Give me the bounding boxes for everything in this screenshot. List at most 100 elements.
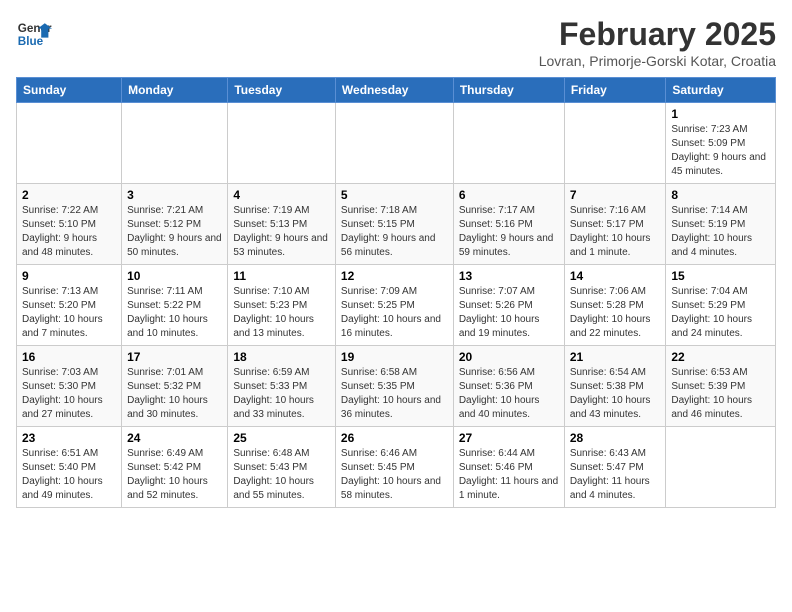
empty-cell — [17, 103, 122, 184]
day-info: Sunrise: 7:03 AM Sunset: 5:30 PM Dayligh… — [22, 366, 116, 422]
day-number: 5 — [341, 188, 448, 202]
day-cell-6: 6 Sunrise: 7:17 AM Sunset: 5:16 PM Daylig… — [453, 184, 564, 265]
day-cell-14: 14Sunrise: 7:06 AM Sunset: 5:28 PM Dayli… — [564, 265, 666, 346]
week-row-4: 16 Sunrise: 7:03 AM Sunset: 5:30 PM Dayli… — [17, 346, 776, 427]
day-cell-25: 25 Sunrise: 6:48 AM Sunset: 5:43 PM Dayli… — [228, 427, 336, 508]
week-row-3: 9 Sunrise: 7:13 AM Sunset: 5:20 PM Daylig… — [17, 265, 776, 346]
day-info: Sunrise: 7:09 AM Sunset: 5:25 PM Dayligh… — [341, 285, 448, 341]
day-info: Sunrise: 7:11 AM Sunset: 5:22 PM Dayligh… — [127, 285, 222, 341]
calendar-subtitle: Lovran, Primorje-Gorski Kotar, Croatia — [539, 53, 776, 69]
day-header-sunday: Sunday — [17, 78, 122, 103]
empty-cell — [228, 103, 336, 184]
calendar-table: SundayMondayTuesdayWednesdayThursdayFrid… — [16, 77, 776, 508]
day-number: 27 — [459, 431, 559, 445]
day-headers: SundayMondayTuesdayWednesdayThursdayFrid… — [17, 78, 776, 103]
day-info: Sunrise: 6:49 AM Sunset: 5:42 PM Dayligh… — [127, 447, 222, 503]
day-cell-18: 18 Sunrise: 6:59 AM Sunset: 5:33 PM Dayli… — [228, 346, 336, 427]
empty-cell — [335, 103, 453, 184]
day-info: Sunrise: 7:04 AM Sunset: 5:29 PM Dayligh… — [671, 285, 770, 341]
empty-cell — [666, 427, 776, 508]
week-row-1: 1Sunrise: 7:23 AM Sunset: 5:09 PM Daylig… — [17, 103, 776, 184]
day-info: Sunrise: 6:44 AM Sunset: 5:46 PM Dayligh… — [459, 447, 559, 503]
day-number: 19 — [341, 350, 448, 364]
day-cell-8: 8Sunrise: 7:14 AM Sunset: 5:19 PM Daylig… — [666, 184, 776, 265]
day-cell-17: 17 Sunrise: 7:01 AM Sunset: 5:32 PM Dayli… — [122, 346, 228, 427]
day-number: 15 — [671, 269, 770, 283]
day-number: 26 — [341, 431, 448, 445]
day-info: Sunrise: 6:48 AM Sunset: 5:43 PM Dayligh… — [233, 447, 330, 503]
day-number: 2 — [22, 188, 116, 202]
svg-text:Blue: Blue — [18, 35, 44, 48]
day-number: 28 — [570, 431, 661, 445]
day-header-tuesday: Tuesday — [228, 78, 336, 103]
day-cell-22: 22 Sunrise: 6:53 AM Sunset: 5:39 PM Dayli… — [666, 346, 776, 427]
day-info: Sunrise: 7:13 AM Sunset: 5:20 PM Dayligh… — [22, 285, 116, 341]
day-number: 7 — [570, 188, 661, 202]
empty-cell — [453, 103, 564, 184]
day-number: 17 — [127, 350, 222, 364]
day-info: Sunrise: 6:54 AM Sunset: 5:38 PM Dayligh… — [570, 366, 661, 422]
day-cell-26: 26Sunrise: 6:46 AM Sunset: 5:45 PM Dayli… — [335, 427, 453, 508]
day-cell-9: 9 Sunrise: 7:13 AM Sunset: 5:20 PM Daylig… — [17, 265, 122, 346]
day-number: 3 — [127, 188, 222, 202]
day-info: Sunrise: 7:22 AM Sunset: 5:10 PM Dayligh… — [22, 204, 116, 260]
day-cell-13: 13Sunrise: 7:07 AM Sunset: 5:26 PM Dayli… — [453, 265, 564, 346]
day-header-monday: Monday — [122, 78, 228, 103]
day-number: 6 — [459, 188, 559, 202]
logo-icon: General Blue — [16, 16, 52, 52]
day-number: 10 — [127, 269, 222, 283]
day-cell-12: 12 Sunrise: 7:09 AM Sunset: 5:25 PM Dayli… — [335, 265, 453, 346]
day-info: Sunrise: 6:59 AM Sunset: 5:33 PM Dayligh… — [233, 366, 330, 422]
day-cell-19: 19 Sunrise: 6:58 AM Sunset: 5:35 PM Dayli… — [335, 346, 453, 427]
day-info: Sunrise: 7:21 AM Sunset: 5:12 PM Dayligh… — [127, 204, 222, 260]
day-cell-15: 15 Sunrise: 7:04 AM Sunset: 5:29 PM Dayli… — [666, 265, 776, 346]
header: General Blue February 2025 Lovran, Primo… — [16, 16, 776, 69]
day-info: Sunrise: 6:53 AM Sunset: 5:39 PM Dayligh… — [671, 366, 770, 422]
day-cell-5: 5 Sunrise: 7:18 AM Sunset: 5:15 PM Daylig… — [335, 184, 453, 265]
day-info: Sunrise: 7:16 AM Sunset: 5:17 PM Dayligh… — [570, 204, 661, 260]
day-info: Sunrise: 7:10 AM Sunset: 5:23 PM Dayligh… — [233, 285, 330, 341]
day-number: 20 — [459, 350, 559, 364]
day-number: 18 — [233, 350, 330, 364]
day-info: Sunrise: 7:18 AM Sunset: 5:15 PM Dayligh… — [341, 204, 448, 260]
day-number: 16 — [22, 350, 116, 364]
day-number: 12 — [341, 269, 448, 283]
day-cell-27: 27 Sunrise: 6:44 AM Sunset: 5:46 PM Dayli… — [453, 427, 564, 508]
day-cell-7: 7 Sunrise: 7:16 AM Sunset: 5:17 PM Daylig… — [564, 184, 666, 265]
day-cell-4: 4 Sunrise: 7:19 AM Sunset: 5:13 PM Daylig… — [228, 184, 336, 265]
calendar-title: February 2025 — [539, 16, 776, 53]
day-number: 14 — [570, 269, 661, 283]
day-number: 11 — [233, 269, 330, 283]
day-cell-16: 16 Sunrise: 7:03 AM Sunset: 5:30 PM Dayli… — [17, 346, 122, 427]
day-info: Sunrise: 7:19 AM Sunset: 5:13 PM Dayligh… — [233, 204, 330, 260]
day-number: 24 — [127, 431, 222, 445]
day-cell-20: 20Sunrise: 6:56 AM Sunset: 5:36 PM Dayli… — [453, 346, 564, 427]
day-number: 13 — [459, 269, 559, 283]
day-cell-28: 28 Sunrise: 6:43 AM Sunset: 5:47 PM Dayli… — [564, 427, 666, 508]
day-header-thursday: Thursday — [453, 78, 564, 103]
day-header-wednesday: Wednesday — [335, 78, 453, 103]
title-area: February 2025 Lovran, Primorje-Gorski Ko… — [539, 16, 776, 69]
day-info: Sunrise: 7:17 AM Sunset: 5:16 PM Dayligh… — [459, 204, 559, 260]
day-number: 22 — [671, 350, 770, 364]
week-row-2: 2 Sunrise: 7:22 AM Sunset: 5:10 PM Daylig… — [17, 184, 776, 265]
day-number: 21 — [570, 350, 661, 364]
day-number: 25 — [233, 431, 330, 445]
day-cell-23: 23 Sunrise: 6:51 AM Sunset: 5:40 PM Dayli… — [17, 427, 122, 508]
day-info: Sunrise: 6:51 AM Sunset: 5:40 PM Dayligh… — [22, 447, 116, 503]
day-cell-1: 1Sunrise: 7:23 AM Sunset: 5:09 PM Daylig… — [666, 103, 776, 184]
day-info: Sunrise: 6:43 AM Sunset: 5:47 PM Dayligh… — [570, 447, 661, 503]
day-info: Sunrise: 6:58 AM Sunset: 5:35 PM Dayligh… — [341, 366, 448, 422]
day-cell-3: 3 Sunrise: 7:21 AM Sunset: 5:12 PM Daylig… — [122, 184, 228, 265]
day-info: Sunrise: 7:01 AM Sunset: 5:32 PM Dayligh… — [127, 366, 222, 422]
day-number: 1 — [671, 107, 770, 121]
day-number: 9 — [22, 269, 116, 283]
day-number: 4 — [233, 188, 330, 202]
empty-cell — [122, 103, 228, 184]
day-header-saturday: Saturday — [666, 78, 776, 103]
empty-cell — [564, 103, 666, 184]
day-number: 23 — [22, 431, 116, 445]
day-number: 8 — [671, 188, 770, 202]
day-cell-24: 24 Sunrise: 6:49 AM Sunset: 5:42 PM Dayli… — [122, 427, 228, 508]
day-cell-2: 2 Sunrise: 7:22 AM Sunset: 5:10 PM Daylig… — [17, 184, 122, 265]
